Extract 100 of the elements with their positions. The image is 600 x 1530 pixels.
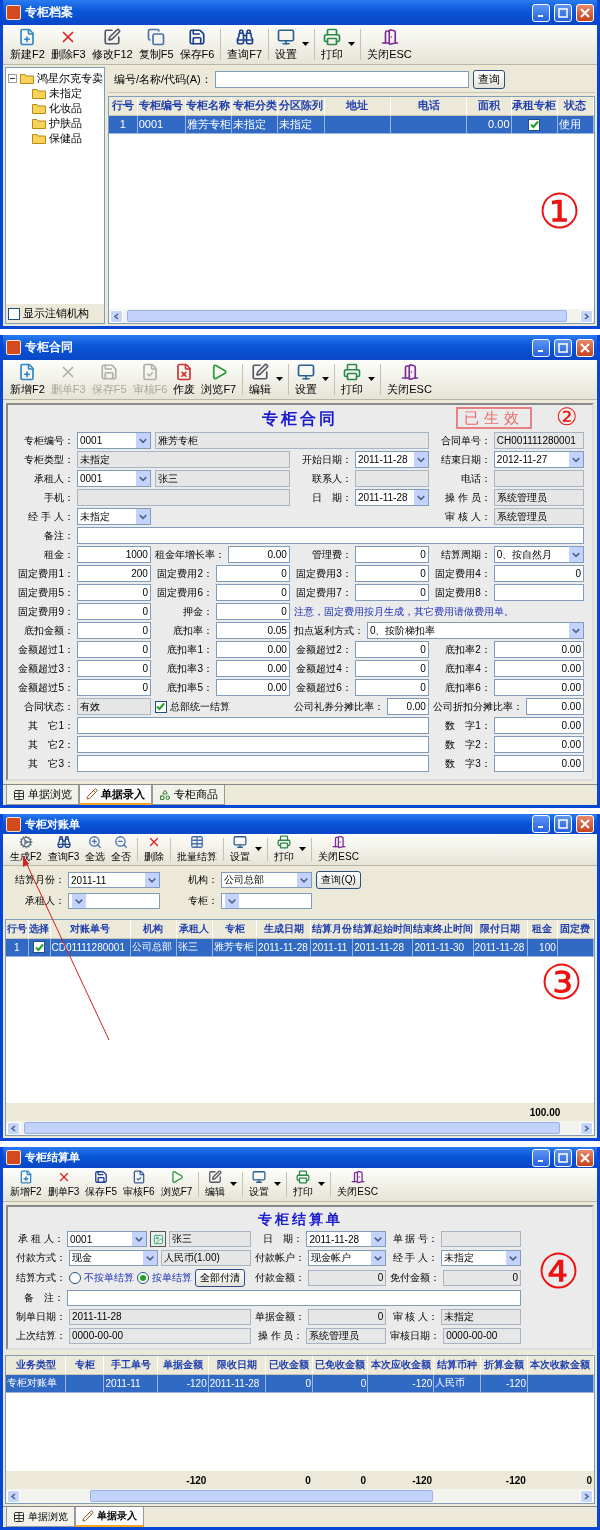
minimize-icon[interactable] bbox=[532, 815, 550, 833]
dropdown-field[interactable] bbox=[68, 893, 160, 909]
caret-icon[interactable] bbox=[302, 42, 310, 47]
text-field[interactable]: 0 bbox=[215, 603, 290, 620]
text-field[interactable]: 0.00 bbox=[215, 641, 290, 658]
dropdown-field[interactable]: 0001 bbox=[67, 1231, 148, 1247]
minimize-icon[interactable] bbox=[532, 3, 550, 22]
query-button[interactable]: 全部付清 bbox=[195, 1269, 245, 1287]
dropdown-field[interactable]: 2011-11-28 bbox=[354, 451, 429, 468]
dropdown-field[interactable]: 2011-11 bbox=[68, 872, 160, 888]
caret-icon[interactable] bbox=[276, 377, 284, 382]
scroll-left-icon[interactable] bbox=[7, 1121, 20, 1135]
dropdown-field[interactable]: 公司总部 bbox=[220, 872, 313, 888]
text-field[interactable]: 0 bbox=[354, 660, 429, 677]
text-field[interactable]: 0.00 bbox=[215, 679, 290, 696]
text-field[interactable] bbox=[493, 584, 584, 601]
tree-item[interactable]: 保健品 bbox=[49, 131, 82, 146]
toolbar-button[interactable]: 复制F5 bbox=[135, 26, 177, 63]
checkbox[interactable] bbox=[33, 941, 46, 954]
text-field[interactable]: 2011-11-28 bbox=[69, 1309, 252, 1325]
text-field[interactable]: 0.00 bbox=[493, 717, 584, 734]
toolbar-button[interactable]: 打印 bbox=[290, 1169, 317, 1200]
text-field[interactable]: 0.00 bbox=[493, 641, 584, 658]
maximize-icon[interactable] bbox=[554, 815, 572, 833]
text-field[interactable] bbox=[67, 1290, 521, 1306]
text-field[interactable]: 0.00 bbox=[227, 546, 290, 563]
dropdown-field[interactable]: 0、按自然月 bbox=[493, 546, 584, 563]
scrollbar-thumb[interactable] bbox=[24, 1122, 560, 1134]
text-field[interactable]: 0 bbox=[77, 679, 151, 696]
scroll-right-icon[interactable] bbox=[580, 1489, 593, 1503]
horizontal-scrollbar[interactable] bbox=[6, 1121, 594, 1135]
toolbar-button[interactable]: 设置 bbox=[272, 26, 301, 63]
text-field[interactable]: 0 bbox=[77, 641, 151, 658]
text-field[interactable]: 0 bbox=[77, 603, 151, 620]
toolbar-button[interactable]: 浏览F7 bbox=[157, 1169, 196, 1200]
tree-item[interactable]: 未指定 bbox=[49, 86, 82, 101]
text-field[interactable]: 0000-00-00 bbox=[443, 1328, 521, 1344]
scroll-left-icon[interactable] bbox=[110, 309, 123, 323]
text-field[interactable]: 0 bbox=[77, 660, 151, 677]
scroll-right-icon[interactable] bbox=[580, 1121, 593, 1135]
text-field[interactable]: 系统管理员 bbox=[306, 1328, 387, 1344]
checkbox[interactable] bbox=[154, 700, 167, 713]
close-icon[interactable] bbox=[576, 1148, 594, 1167]
toolbar-button[interactable]: 关闭ESC bbox=[334, 1169, 381, 1200]
text-field[interactable]: 系统管理员 bbox=[493, 508, 584, 525]
caret-icon[interactable] bbox=[255, 847, 263, 852]
toolbar-button[interactable]: 作废 bbox=[170, 361, 199, 398]
dropdown-field[interactable]: 未指定 bbox=[441, 1250, 521, 1266]
checkbox[interactable] bbox=[528, 118, 541, 131]
dropdown-field[interactable]: 2011-11-28 bbox=[306, 1231, 387, 1247]
text-field[interactable]: 0.00 bbox=[493, 679, 584, 696]
text-field[interactable]: 0 bbox=[77, 622, 151, 639]
toolbar-button[interactable]: 查询F7 bbox=[224, 26, 266, 63]
image-button[interactable] bbox=[150, 1231, 167, 1247]
text-field[interactable]: 0 bbox=[354, 584, 429, 601]
text-field[interactable]: 0 bbox=[308, 1309, 387, 1325]
text-field[interactable]: 0 bbox=[354, 679, 429, 696]
caret-icon[interactable] bbox=[348, 42, 356, 47]
tree-item[interactable]: 护肤品 bbox=[49, 116, 82, 131]
checkbox[interactable] bbox=[8, 307, 20, 320]
dropdown-field[interactable]: 现金 bbox=[69, 1250, 158, 1266]
dropdown-field[interactable]: 0001 bbox=[77, 432, 151, 449]
text-field[interactable] bbox=[77, 717, 429, 734]
radio-button[interactable] bbox=[69, 1272, 81, 1284]
radio-button[interactable] bbox=[137, 1272, 149, 1284]
toolbar-button[interactable]: 新建F2 bbox=[7, 26, 48, 63]
text-field[interactable] bbox=[214, 71, 470, 88]
toolbar-button[interactable]: 设置 bbox=[292, 361, 321, 398]
tab[interactable]: 专柜商品 bbox=[152, 785, 225, 805]
toolbar-button[interactable]: 批量结算 bbox=[174, 835, 221, 864]
toolbar-button[interactable]: 打印 bbox=[271, 835, 298, 864]
text-field[interactable]: 0.00 bbox=[386, 698, 429, 715]
toolbar-button[interactable]: 保存F5 bbox=[82, 1169, 120, 1200]
maximize-icon[interactable] bbox=[554, 338, 572, 357]
minimize-icon[interactable] bbox=[532, 1148, 550, 1167]
text-field[interactable] bbox=[77, 489, 290, 506]
text-field[interactable]: 0.00 bbox=[525, 698, 584, 715]
caret-icon[interactable] bbox=[368, 377, 376, 382]
collapse-icon[interactable] bbox=[8, 74, 17, 83]
maximize-icon[interactable] bbox=[554, 1148, 572, 1167]
caret-icon[interactable] bbox=[299, 847, 307, 852]
text-field[interactable] bbox=[354, 470, 429, 487]
text-field[interactable] bbox=[77, 736, 429, 753]
text-field[interactable]: 0 bbox=[308, 1270, 387, 1286]
toolbar-button[interactable]: 关闭ESC bbox=[384, 361, 435, 398]
text-field[interactable]: 0.05 bbox=[215, 622, 290, 639]
toolbar-button[interactable]: 编辑 bbox=[202, 1169, 229, 1200]
text-field[interactable]: 0 bbox=[354, 546, 429, 563]
text-field[interactable]: 人民币(1.00) bbox=[160, 1250, 252, 1266]
caret-icon[interactable] bbox=[322, 377, 330, 382]
text-field[interactable] bbox=[77, 527, 584, 544]
toolbar-button[interactable]: 删除F3 bbox=[47, 26, 89, 63]
text-field[interactable]: 雅芳专柜 bbox=[154, 432, 429, 449]
text-field[interactable]: 系统管理员 bbox=[493, 489, 584, 506]
close-icon[interactable] bbox=[576, 338, 594, 357]
dropdown-field[interactable] bbox=[220, 893, 313, 909]
text-field[interactable]: 张三 bbox=[154, 470, 290, 487]
minimize-icon[interactable] bbox=[532, 338, 550, 357]
text-field[interactable]: 0.00 bbox=[493, 736, 584, 753]
text-field[interactable]: 未指定 bbox=[441, 1309, 521, 1325]
